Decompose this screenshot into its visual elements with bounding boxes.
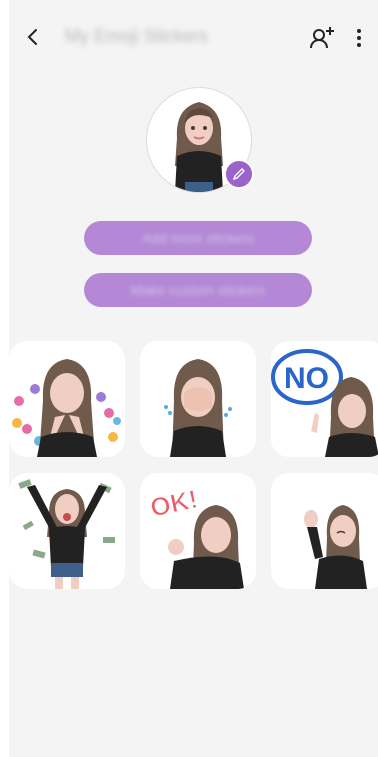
sticker-love-hearts[interactable] bbox=[9, 341, 125, 457]
sticker-ok[interactable]: OK! bbox=[140, 473, 256, 589]
add-person-icon bbox=[310, 27, 334, 49]
sticker-money-celebration[interactable] bbox=[9, 473, 125, 589]
pencil-icon bbox=[232, 168, 245, 181]
no-sticker-text: NO bbox=[284, 362, 329, 395]
more-vertical-icon bbox=[357, 29, 361, 33]
page-title: My Emoji Stickers bbox=[65, 26, 209, 46]
profile-avatar-container[interactable] bbox=[146, 87, 254, 193]
make-custom-stickers-button[interactable]: Make custom stickers bbox=[84, 273, 312, 307]
back-chevron-icon bbox=[27, 29, 37, 45]
edit-avatar-button[interactable] bbox=[224, 159, 254, 189]
sticker-crying[interactable] bbox=[140, 341, 256, 457]
sticker-no[interactable]: NO bbox=[271, 341, 378, 457]
back-button[interactable] bbox=[21, 24, 45, 50]
more-options-button[interactable] bbox=[349, 24, 369, 52]
sticker-waving[interactable] bbox=[271, 473, 378, 589]
ok-sticker-text: OK! bbox=[148, 484, 201, 523]
add-more-stickers-button[interactable]: Add more stickers bbox=[84, 221, 312, 255]
add-person-button[interactable] bbox=[307, 24, 337, 52]
sticker-screen: My Emoji Stickers Add more stickers Make… bbox=[9, 0, 378, 757]
top-app-bar: My Emoji Stickers bbox=[9, 18, 378, 58]
